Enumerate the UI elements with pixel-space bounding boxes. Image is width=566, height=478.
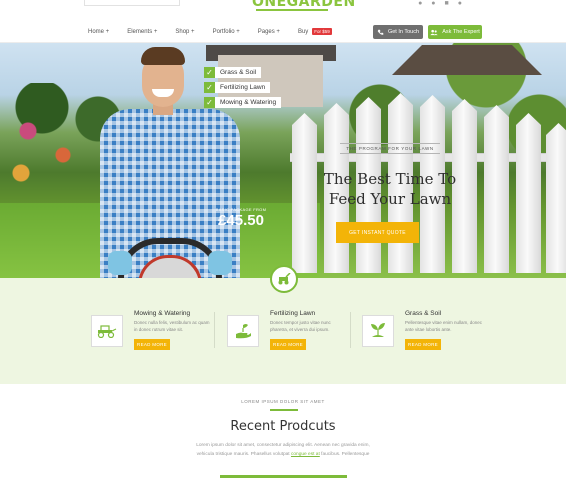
service-title: Mowing & Watering (134, 310, 191, 317)
checklist-item: ✓ Grass & Soil (204, 67, 281, 78)
checklist-label: Mowing & Watering (215, 97, 282, 108)
recent-products-title: Recent Prodcuts (230, 419, 336, 434)
recent-products-desc: Lorem ipsum dolor sit amet, consectetur … (183, 441, 383, 459)
gardener-glove-right (208, 251, 232, 275)
hero-price-tag: BASIC PACKAGE FROM £45.50 (212, 207, 270, 230)
hero-mower-badge (270, 265, 298, 293)
hero-checklist: ✓ Grass & Soil ✓ Fertilizing Lawn ✓ Mowi… (204, 67, 282, 108)
top-left-box (84, 0, 180, 6)
recent-desc-line-2-post: faucibus. Pellentesque (321, 452, 370, 457)
recent-desc-line-2-pre: vehicula tristique mauris. Phasellus vol… (196, 452, 290, 457)
nav-item-pages[interactable]: Pages + (258, 28, 280, 35)
hero-title: The Best Time To Feed Your Lawn (300, 169, 480, 209)
checklist-item: ✓ Mowing & Watering (204, 97, 282, 108)
get-instant-quote-button[interactable]: GET INSTANT QUOTE (336, 222, 419, 243)
nav-item-portfolio[interactable]: Portfolio + (213, 28, 240, 35)
checklist-label: Fertilizing Lawn (215, 82, 271, 93)
users-icon (430, 29, 438, 35)
buy-price-badge: For $59 (312, 28, 332, 35)
lawnmower-icon (278, 273, 291, 285)
nav-item-home[interactable]: Home + (88, 28, 109, 35)
recent-kicker: LOREM IPSUM DOLOR SIT AMET (241, 399, 325, 404)
checkmark-icon: ✓ (204, 67, 215, 78)
tractor-icon (91, 315, 123, 347)
service-desc: Donec nulla felis, vestibulum ac quam in… (134, 320, 210, 332)
hero-title-line-2: Feed Your Lawn (328, 190, 452, 208)
recent-desc-line-1: Lorem ipsum dolor sit amet, consectetur … (196, 443, 370, 448)
hero-title-line-1: The Best Time To (323, 170, 457, 188)
instagram-icon[interactable]: ■ (445, 0, 449, 7)
read-more-button[interactable]: READ MORE (405, 339, 441, 350)
service-divider (214, 312, 215, 348)
nav-menu: Home + Elements + Shop + Portfolio + Pag… (88, 28, 332, 35)
site-logo[interactable]: ONEGARDEN (252, 0, 355, 11)
hero-headline-block: THE PROGRAM FOR YOUR LAWN The Best Time … (300, 137, 480, 209)
phone-icon (377, 29, 384, 35)
gardener-glove-left (108, 251, 132, 275)
get-in-touch-label: Get In Touch (387, 29, 420, 35)
recent-desc-link[interactable]: congue est at (291, 452, 320, 457)
nav-item-shop[interactable]: Shop + (175, 28, 194, 35)
service-desc: Pellentesque vitae enim nullam, donec an… (405, 320, 483, 332)
checklist-label: Grass & Soil (215, 67, 262, 78)
ask-expert-button[interactable]: Ask The Expert (428, 25, 482, 39)
facebook-icon[interactable]: ● (431, 0, 435, 7)
price-value: £45.50 (218, 212, 264, 229)
checklist-item: ✓ Fertilizing Lawn (204, 82, 281, 93)
main-nav: Home + Elements + Shop + Portfolio + Pag… (0, 22, 566, 43)
top-bar: ONEGARDEN ● ● ■ ● (0, 0, 566, 22)
social-links: ● ● ■ ● (418, 0, 462, 7)
nav-item-buy[interactable]: Buy For $59 (298, 28, 332, 35)
nav-item-buy-label: Buy (297, 28, 309, 35)
sprout-icon (362, 315, 394, 347)
nav-item-elements[interactable]: Elements + (127, 28, 157, 35)
ask-expert-label: Ask The Expert (442, 29, 480, 35)
recent-kicker-underline (270, 409, 298, 411)
googleplus-icon[interactable]: ● (458, 0, 462, 7)
read-more-button[interactable]: READ MORE (270, 339, 306, 350)
twitter-icon[interactable]: ● (418, 0, 422, 7)
get-in-touch-button[interactable]: Get In Touch (373, 25, 423, 39)
service-desc: Donec tempor justo vitae nunc pharetra, … (270, 320, 331, 332)
fence-picket (546, 123, 566, 273)
fence-picket (516, 113, 541, 273)
service-title: Grass & Soil (405, 310, 442, 317)
logo-underline (256, 9, 328, 11)
gardener-hair (141, 47, 185, 65)
hand-plant-icon (227, 315, 259, 347)
service-divider (350, 312, 351, 348)
service-title: Fertilizing Lawn (270, 310, 316, 317)
checkmark-icon: ✓ (204, 82, 215, 93)
fence-picket (484, 105, 509, 273)
hero-kicker: THE PROGRAM FOR YOUR LAWN (340, 143, 440, 154)
read-more-button[interactable]: READ MORE (134, 339, 170, 350)
checkmark-icon: ✓ (204, 97, 215, 108)
services-section: Mowing & Watering Donec nulla felis, ves… (0, 278, 566, 384)
hero-banner: ✓ Grass & Soil ✓ Fertilizing Lawn ✓ Mowi… (0, 43, 566, 278)
